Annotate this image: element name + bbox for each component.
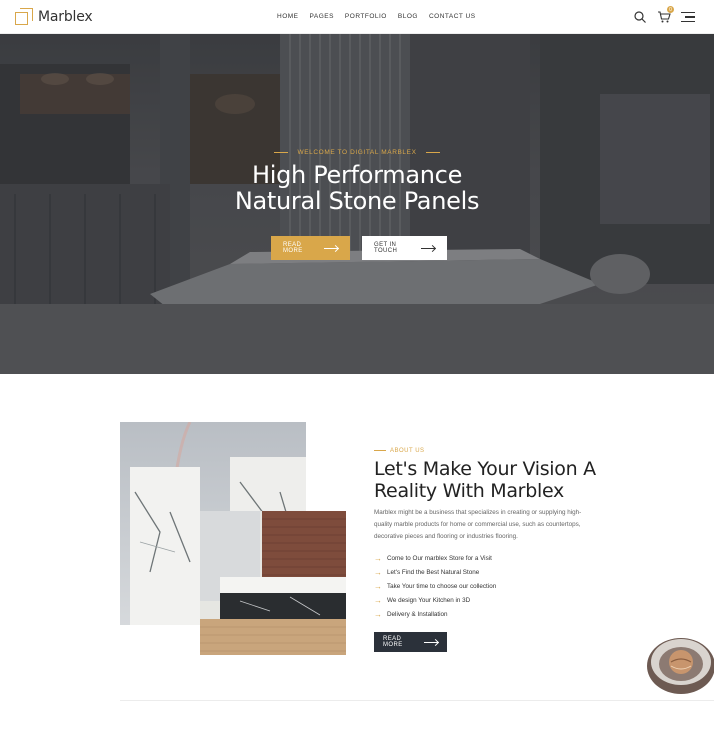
about-title-line1: Let's Make Your Vision A: [374, 458, 596, 480]
feature-text: We design Your Kitchen in 3D: [387, 596, 471, 604]
feature-item: → Let's Find the Best Natural Stone: [374, 565, 496, 579]
feature-text: Delivery & Installation: [387, 610, 448, 618]
about-description: Marblex might be a business that special…: [374, 509, 582, 540]
nav-home[interactable]: HOME: [277, 13, 299, 20]
decorative-bowl-image: [644, 634, 714, 694]
hero-read-more-label: READ MORE: [283, 242, 303, 254]
header-actions: 0: [633, 6, 695, 24]
arrow-right-icon: →: [374, 581, 382, 591]
feature-item: → Delivery & Installation: [374, 607, 496, 621]
nav-contact[interactable]: CONTACT US: [429, 13, 476, 20]
cart-count-badge: 0: [667, 6, 674, 13]
about-read-more-label: READ MORE: [383, 636, 403, 648]
hero-get-in-touch-label: GET IN TOUCH: [374, 242, 398, 254]
arrow-right-icon: [421, 247, 435, 249]
logo[interactable]: Marblex: [15, 8, 93, 26]
hero-get-in-touch-button[interactable]: GET IN TOUCH: [362, 236, 447, 260]
site-header: Marblex HOME PAGES PORTFOLIO BLOG CONTAC…: [0, 0, 714, 34]
main-nav: HOME PAGES PORTFOLIO BLOG CONTACT US: [277, 13, 476, 20]
arrow-right-icon: [323, 247, 338, 249]
menu-icon[interactable]: [681, 10, 695, 24]
about-read-more-button[interactable]: READ MORE: [374, 632, 447, 652]
hero-title-line2: Natural Stone Panels: [234, 187, 480, 215]
feature-item: → We design Your Kitchen in 3D: [374, 593, 496, 607]
section-divider: [120, 700, 714, 701]
about-kitchen-image: [200, 511, 346, 655]
arrow-right-icon: →: [374, 567, 382, 577]
arrow-right-icon: →: [374, 553, 382, 563]
about-feature-list: → Come to Our marblex Store for a Visit →…: [374, 551, 496, 621]
about-title: Let's Make Your Vision A Reality With Ma…: [374, 458, 614, 502]
nav-portfolio[interactable]: PORTFOLIO: [345, 13, 387, 20]
hero-title: High Performance Natural Stone Panels: [0, 162, 714, 214]
about-title-line2: Reality With Marblex: [374, 480, 564, 502]
arrow-right-icon: →: [374, 609, 382, 619]
nav-blog[interactable]: BLOG: [398, 13, 418, 20]
hero-title-line1: High Performance: [251, 161, 463, 189]
feature-text: Take Your time to choose our collection: [387, 582, 497, 590]
hero-eyebrow: WELCOME TO DIGITAL MARBLEX: [0, 149, 714, 156]
logo-text: Marblex: [38, 9, 93, 25]
feature-item: → Take Your time to choose our collection: [374, 579, 496, 593]
feature-text: Come to Our marblex Store for a Visit: [387, 554, 492, 562]
arrow-right-icon: →: [374, 595, 382, 605]
search-icon[interactable]: [633, 10, 647, 24]
arrow-right-icon: [423, 641, 438, 643]
hero-section: WELCOME TO DIGITAL MARBLEX High Performa…: [0, 34, 714, 374]
logo-mark-icon: [15, 8, 33, 26]
feature-text: Let's Find the Best Natural Stone: [387, 568, 480, 576]
nav-pages[interactable]: PAGES: [310, 13, 334, 20]
hero-read-more-button[interactable]: READ MORE: [271, 236, 350, 260]
feature-item: → Come to Our marblex Store for a Visit: [374, 551, 496, 565]
cart-icon[interactable]: 0: [657, 6, 674, 24]
about-eyebrow: ABOUT US: [374, 448, 425, 454]
